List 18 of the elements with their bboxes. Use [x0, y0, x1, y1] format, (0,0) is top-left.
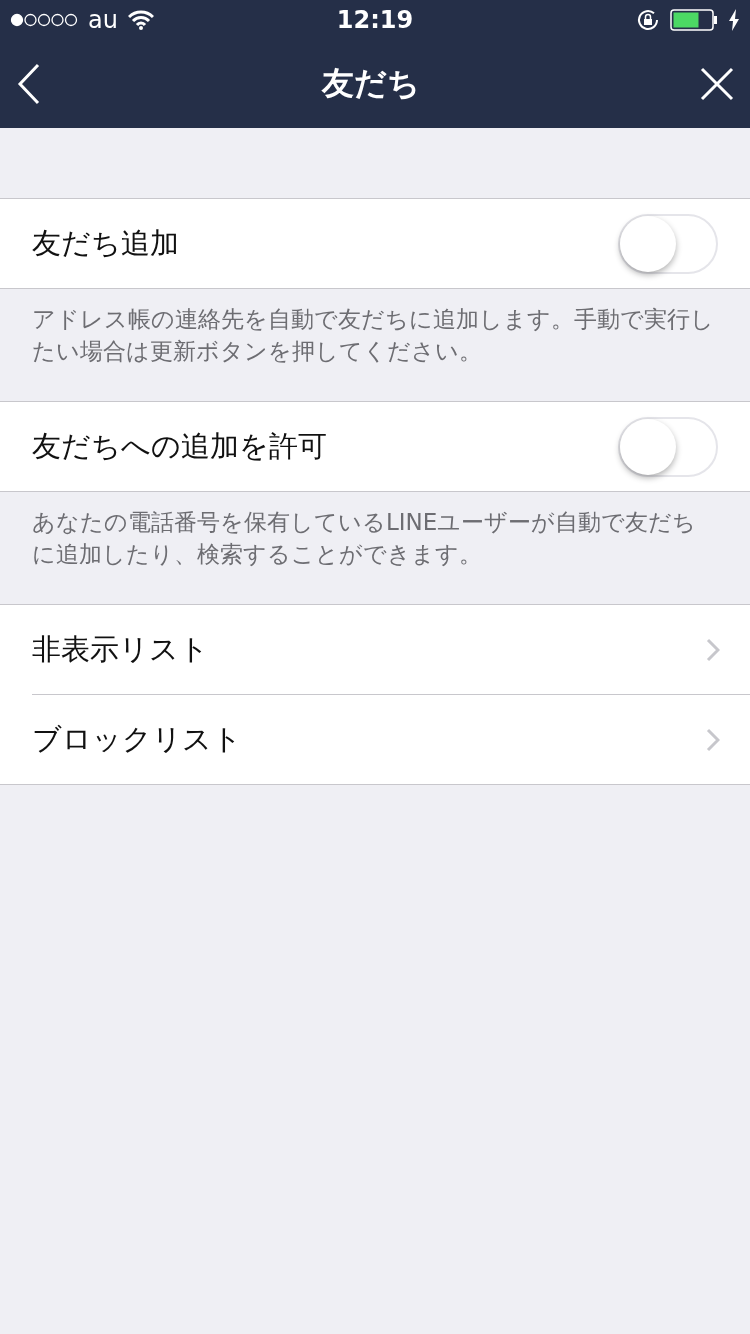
chevron-icon [706, 637, 720, 662]
rotation-lock-icon [636, 8, 660, 32]
setting-label: 友だち追加 [32, 224, 179, 262]
setting-description: アドレス帳の連絡先を自動で友だちに追加します。手動で実行したい場合は更新ボタンを押してください。 [31, 305, 715, 366]
setting-description: あなたの電話番号を保有しているLINEユーザーが自動で友だちに追加したり、検索することができます。 [31, 508, 698, 569]
close-icon[interactable] [700, 67, 734, 101]
toggle-switch[interactable] [618, 416, 718, 477]
chevron-icon [706, 727, 720, 752]
page-title: 友だち [322, 63, 420, 104]
back-icon[interactable] [16, 62, 42, 106]
battery-icon [670, 9, 718, 31]
clock-time: 12:19 [336, 6, 414, 34]
carrier-name: au [88, 6, 118, 34]
setting-label: 友だちへの追加を許可 [32, 427, 327, 465]
signal-icon [10, 13, 78, 27]
toggle-switch[interactable] [618, 213, 718, 274]
wifi-icon [127, 10, 154, 30]
charging-icon [728, 9, 740, 31]
